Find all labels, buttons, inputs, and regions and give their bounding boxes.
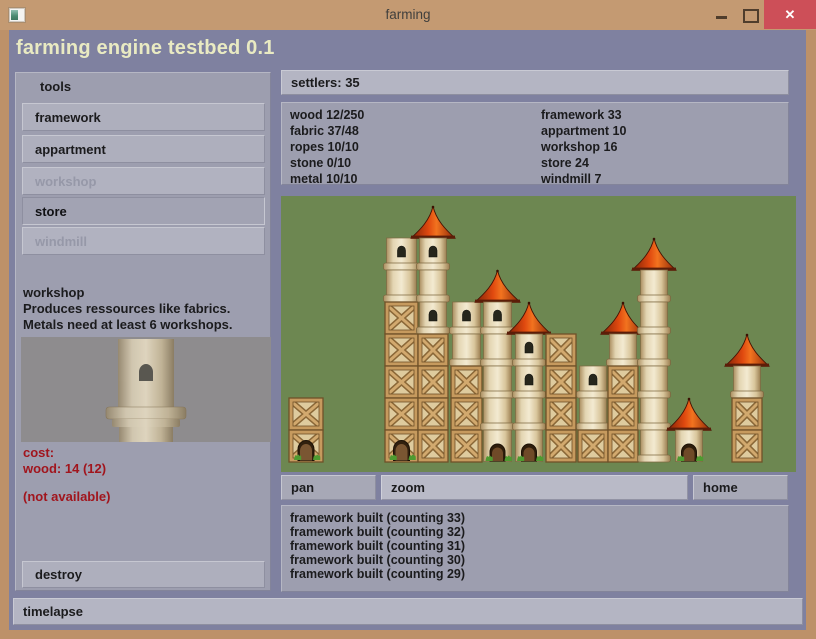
page-title: farming engine testbed 0.1 (16, 37, 275, 60)
building-count-line: workshop 16 (541, 139, 626, 155)
tool-button-framework[interactable]: framework (22, 103, 265, 131)
building-count-line: appartment 10 (541, 123, 626, 139)
building-count-line: windmill 7 (541, 171, 626, 187)
cost-info: cost: wood: 14 (12) (not available) (23, 445, 110, 505)
log-line: framework built (counting 32) (290, 525, 788, 539)
log-line: framework built (counting 31) (290, 539, 788, 553)
maximize-button[interactable] (736, 0, 762, 29)
building-count-line: store 24 (541, 155, 626, 171)
stock-line: stone 0/10 (290, 155, 364, 171)
selection-desc-line: Produces ressources like fabrics. (23, 301, 233, 317)
log-line: framework built (counting 30) (290, 553, 788, 567)
timelapse-button[interactable]: timelapse (13, 598, 803, 625)
tool-button-store[interactable]: store (22, 197, 265, 225)
selection-name: workshop (23, 285, 233, 301)
event-log: framework built (counting 33)framework b… (281, 505, 789, 592)
cost-label: cost: (23, 445, 110, 461)
settlers-status: settlers: 35 (281, 70, 789, 95)
workshop-preview-image (21, 337, 271, 442)
stock-list: wood 12/250fabric 37/48ropes 10/10stone … (290, 107, 364, 187)
stock-line: fabric 37/48 (290, 123, 364, 139)
game-viewport[interactable] (281, 196, 796, 472)
zoom-button[interactable]: zoom (381, 475, 688, 500)
titlebar[interactable]: farming ✕ (0, 0, 816, 30)
stock-line: ropes 10/10 (290, 139, 364, 155)
log-line: framework built (counting 33) (290, 511, 788, 525)
destroy-button[interactable]: destroy (22, 561, 265, 588)
building-preview (21, 337, 271, 442)
cost-availability: (not available) (23, 489, 110, 505)
tool-button-appartment[interactable]: appartment (22, 135, 265, 163)
home-button[interactable]: home (693, 475, 788, 500)
tools-panel-title: tools (40, 79, 71, 94)
tool-button-workshop[interactable]: workshop (22, 167, 265, 195)
building-count-list: framework 33appartment 10workshop 16stor… (541, 107, 626, 187)
app-window: farming ✕ farming engine testbed 0.1 too… (0, 0, 816, 639)
selection-description: workshop Produces ressources like fabric… (23, 285, 233, 333)
resources-panel: wood 12/250fabric 37/48ropes 10/10stone … (281, 102, 789, 185)
close-button[interactable]: ✕ (764, 0, 816, 29)
pan-button[interactable]: pan (281, 475, 376, 500)
log-line: framework built (counting 29) (290, 567, 788, 581)
stock-line: wood 12/250 (290, 107, 364, 123)
window-title: farming (0, 0, 816, 30)
building-count-line: framework 33 (541, 107, 626, 123)
game-scene (281, 196, 796, 472)
client-area: farming engine testbed 0.1 tools framewo… (9, 30, 806, 630)
tools-panel: tools frameworkappartmentworkshopstorewi… (15, 72, 271, 591)
cost-wood-line: wood: 14 (12) (23, 461, 110, 477)
stock-line: metal 10/10 (290, 171, 364, 187)
selection-desc-line: Metals need at least 6 workshops. (23, 317, 233, 333)
minimize-button[interactable] (708, 0, 734, 29)
tool-button-windmill[interactable]: windmill (22, 227, 265, 255)
